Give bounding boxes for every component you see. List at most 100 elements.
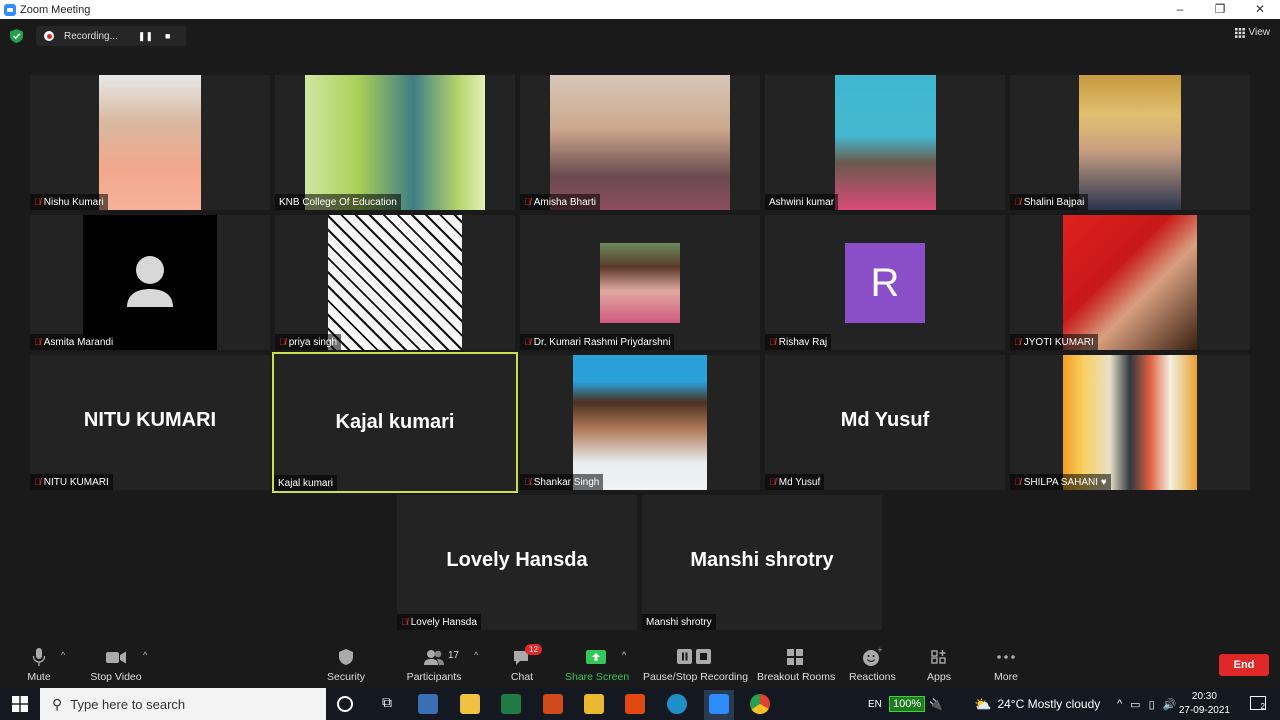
participant-tile[interactable]: 🎙̸ Shankar Singh [520,355,760,490]
mic-muted-icon: 🎙̸ [524,197,531,207]
notifications-icon[interactable]: 2 [1250,696,1266,711]
network-icon[interactable]: ▯ [1149,698,1155,711]
participant-nametag: 🎙̸ Shalini Bajpai [1010,194,1089,210]
file-explorer-icon[interactable] [584,694,604,714]
breakout-rooms-icon [787,649,803,665]
language-label: EN [868,698,882,710]
windows-start-icon[interactable] [12,696,28,712]
stop-video-button[interactable]: Stop Video [88,646,144,683]
system-tray[interactable]: ^ ▭ ▯ 🔊 [1117,688,1176,720]
mic-muted-icon: 🎙̸ [1014,337,1021,347]
zoom-app-icon [4,3,16,16]
participant-tile[interactable]: Ashwini kumar [765,75,1005,210]
plug-icon: 🔌 [929,698,943,711]
show-hidden-icons-icon[interactable]: ^ [1117,698,1122,710]
cortana-icon[interactable] [337,696,353,712]
more-button[interactable]: More [989,646,1023,683]
share-options-caret-icon[interactable]: ^ [622,650,626,660]
close-button[interactable]: ✕ [1240,0,1280,19]
chat-unread-badge: 12 [525,644,542,655]
participant-name: SHILPA SAHANI ♥ [1023,476,1107,488]
reactions-button[interactable]: + Reactions [849,646,896,683]
pause-stop-recording-label: Pause/Stop Recording [643,671,749,683]
participant-tile[interactable]: Manshi shrotry Manshi shrotry [642,495,882,630]
svg-text:+: + [877,646,882,654]
maximize-button[interactable]: ❐ [1200,0,1240,19]
mic-muted-icon: 🎙̸ [34,197,41,207]
battery-percent: 100% [889,696,926,712]
task-view-icon[interactable]: ⧉ [377,694,397,714]
participant-tile[interactable]: 🎙̸ Dr. Kumari Rashmi Priydarshni [520,215,760,350]
view-button[interactable]: View [1234,27,1270,38]
participant-tile[interactable]: NITU KUMARI 🎙̸ NITU KUMARI [30,355,270,490]
share-screen-icon [586,650,606,664]
weather-widget[interactable]: ⛅ 24°C Mostly cloudy [974,688,1100,720]
participant-video [99,75,201,210]
video-options-caret-icon[interactable]: ^ [143,650,147,660]
end-meeting-button[interactable]: End [1219,654,1269,676]
participant-name: Md Yusuf [778,476,821,488]
participant-nametag: KNB College Of Education [275,194,401,210]
participant-tile-active-speaker[interactable]: Kajal kumari Kajal kumari [272,352,518,493]
taskbar-clock[interactable]: 20:30 27-09-2021 [1179,690,1230,718]
breakout-rooms-button[interactable]: Breakout Rooms [757,646,835,683]
stop-recording-icon[interactable]: ■ [165,31,170,41]
security-button[interactable]: Security [326,646,366,683]
participant-name: Rishav Raj [778,336,828,348]
participant-tile[interactable]: 🎙̸ Asmita Marandi [30,215,270,350]
pause-stop-recording-icon [677,649,711,664]
search-placeholder: Type here to search [70,696,186,712]
participant-nametag: 🎙̸ Asmita Marandi [30,334,118,350]
taskbar-search-box[interactable]: ⚲ Type here to search [40,688,326,720]
participant-tile[interactable]: 🎙̸ JYOTI KUMARI [1010,215,1250,350]
recording-label: Recording... [64,30,118,42]
taskbar-app-icon[interactable] [418,694,438,714]
window-title: Zoom Meeting [20,3,91,16]
pause-recording-icon[interactable]: ❚❚ [138,31,153,42]
volume-icon[interactable]: 🔊 [1163,698,1177,711]
language-indicator[interactable]: EN [868,688,882,720]
apps-button[interactable]: Apps [923,646,955,683]
office-icon[interactable] [625,694,645,714]
mute-button[interactable]: Mute [22,646,56,683]
participant-tile[interactable]: R 🎙̸ Rishav Raj [765,215,1005,350]
encryption-shield-icon[interactable] [10,29,23,43]
participant-nametag: Manshi shrotry [642,614,716,630]
store-icon[interactable] [460,694,480,714]
clock-time: 20:30 [1191,691,1217,702]
participant-tile[interactable]: 🎙̸ Shalini Bajpai [1010,75,1250,210]
pause-stop-recording-button[interactable]: Pause/Stop Recording [643,646,749,683]
participant-display-name: Md Yusuf [840,409,930,431]
mic-muted-icon: 🎙̸ [401,617,408,627]
participant-tile[interactable]: KNB College Of Education [275,75,515,210]
battery-indicator[interactable]: 100% 🔌 [889,688,943,720]
participant-tile[interactable]: Md Yusuf 🎙̸ Md Yusuf [765,355,1005,490]
mute-options-caret-icon[interactable]: ^ [61,650,65,660]
zoom-taskbar-icon[interactable] [709,694,729,714]
participant-tile[interactable]: 🎙̸ priya singh [275,215,515,350]
participant-video [1063,215,1197,350]
chrome-icon[interactable] [750,694,770,714]
minimize-button[interactable]: – [1160,0,1200,19]
participant-tile[interactable]: 🎙̸ Amisha Bharti [520,75,760,210]
edge-icon[interactable] [667,694,687,714]
participant-name: Kajal kumari [278,477,334,489]
participant-tile[interactable]: 🎙̸ Nishu Kumari [30,75,270,210]
participant-display-name: NITU KUMARI [83,409,217,431]
mic-muted-icon: 🎙̸ [1014,477,1021,487]
participant-name: Amisha Bharti [533,196,596,208]
participant-video [550,75,730,210]
participants-options-caret-icon[interactable]: ^ [474,650,478,660]
participant-display-name: Lovely Hansda [446,549,588,571]
smiley-icon: + [863,646,882,666]
participant-video [1063,355,1197,490]
excel-icon[interactable] [501,694,521,714]
participant-tile[interactable]: 🎙̸ SHILPA SAHANI ♥ [1010,355,1250,490]
powerpoint-icon[interactable] [543,694,563,714]
battery-icon[interactable]: ▭ [1130,698,1140,711]
share-screen-button[interactable]: Share Screen [565,646,629,683]
participant-nametag: 🎙̸ Dr. Kumari Rashmi Priydarshni [520,334,675,350]
participant-tile[interactable]: Lovely Hansda 🎙̸ Lovely Hansda [397,495,637,630]
participant-nametag: 🎙̸ JYOTI KUMARI [1010,334,1098,350]
participant-video [600,243,680,323]
